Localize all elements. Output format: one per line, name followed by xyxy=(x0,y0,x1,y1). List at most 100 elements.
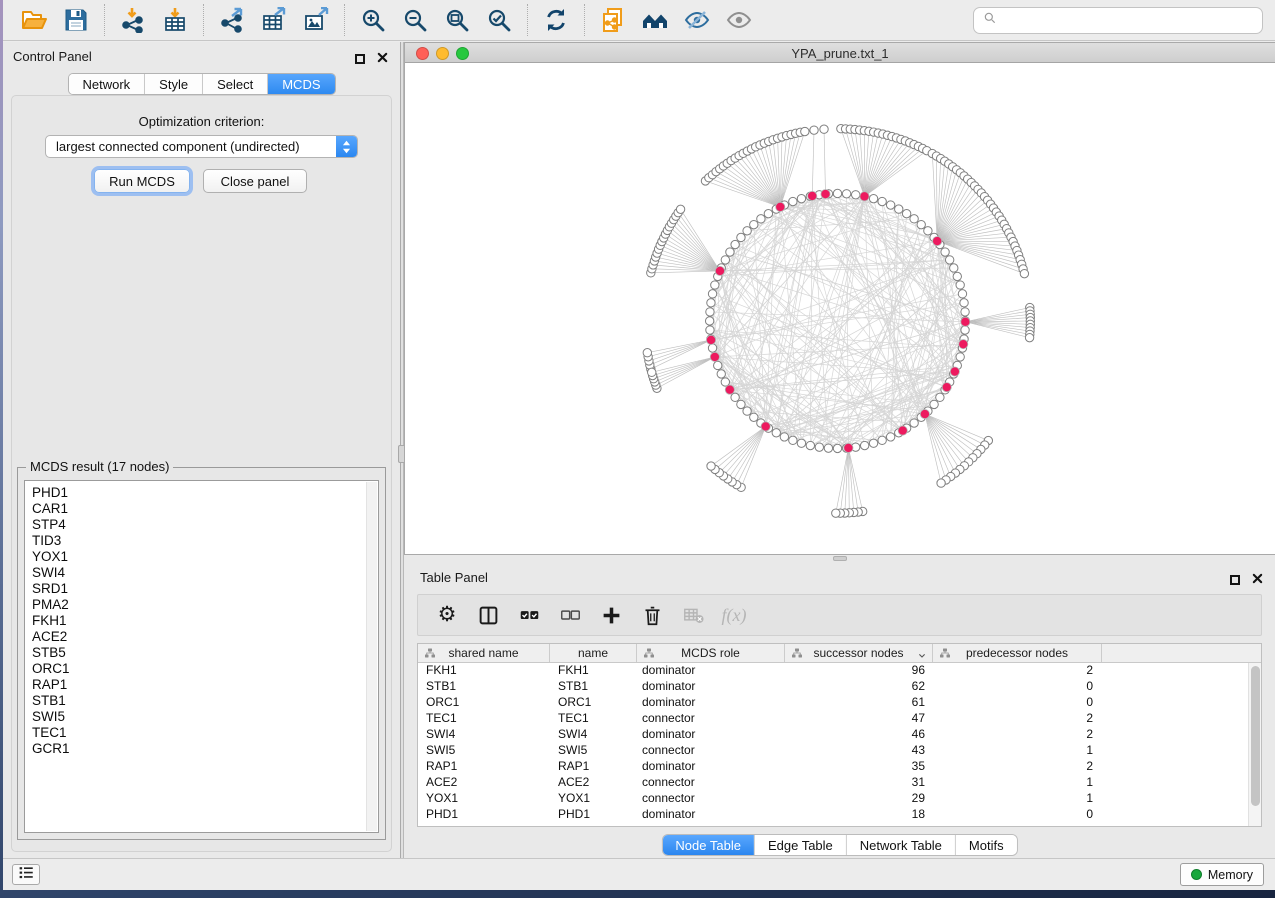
graph-node[interactable] xyxy=(820,125,828,133)
tab-style[interactable]: Style xyxy=(145,74,203,94)
graph-hub-node[interactable] xyxy=(725,385,734,394)
graph-node[interactable] xyxy=(842,190,850,198)
table-cell[interactable]: FKH1 xyxy=(550,663,637,679)
table-cell[interactable]: 2 xyxy=(933,727,1102,743)
graph-node[interactable] xyxy=(910,419,918,427)
mcds-result-item[interactable]: ORC1 xyxy=(25,661,365,677)
search-input[interactable] xyxy=(1003,13,1253,28)
graph-node[interactable] xyxy=(764,210,772,218)
graph-node[interactable] xyxy=(750,220,758,228)
table-cell[interactable]: 2 xyxy=(933,759,1102,775)
graph-hub-node[interactable] xyxy=(961,317,970,326)
table-cell[interactable]: connector xyxy=(637,775,785,791)
import-network-button[interactable] xyxy=(112,3,154,37)
close-panel-button[interactable]: Close panel xyxy=(203,169,307,193)
table-cell[interactable]: dominator xyxy=(637,759,785,775)
graph-node[interactable] xyxy=(707,462,715,470)
graph-node[interactable] xyxy=(708,290,716,298)
zoom-in-button[interactable] xyxy=(352,3,394,37)
graph-node[interactable] xyxy=(950,264,958,272)
task-history-button[interactable] xyxy=(12,864,40,885)
graph-node[interactable] xyxy=(708,344,716,352)
graph-node[interactable] xyxy=(878,197,886,205)
graph-node[interactable] xyxy=(797,194,805,202)
table-cell[interactable]: 46 xyxy=(785,727,933,743)
graph-hub-node[interactable] xyxy=(942,383,951,392)
graph-node[interactable] xyxy=(936,393,944,401)
table-cell[interactable]: 1 xyxy=(933,743,1102,759)
export-image-button[interactable] xyxy=(295,3,337,37)
float-panel-icon[interactable] xyxy=(355,54,365,64)
graph-node[interactable] xyxy=(731,240,739,248)
import-table-button[interactable] xyxy=(154,3,196,37)
graph-node[interactable] xyxy=(910,215,918,223)
graph-node[interactable] xyxy=(958,290,966,298)
graph-node[interactable] xyxy=(705,317,713,325)
graph-node[interactable] xyxy=(806,441,814,449)
table-cell[interactable]: 62 xyxy=(785,679,933,695)
mcds-result-item[interactable]: STP4 xyxy=(25,517,365,533)
graph-hub-node[interactable] xyxy=(933,236,942,245)
graph-node[interactable] xyxy=(714,361,722,369)
table-cell[interactable]: dominator xyxy=(637,807,785,823)
graph-node[interactable] xyxy=(797,439,805,447)
zoom-selected-button[interactable] xyxy=(478,3,520,37)
graph-hub-node[interactable] xyxy=(808,191,817,200)
table-tab-edge-table[interactable]: Edge Table xyxy=(755,835,847,855)
graph-node[interactable] xyxy=(707,299,715,307)
table-cell[interactable]: TEC1 xyxy=(550,711,637,727)
mcds-result-item[interactable]: SWI4 xyxy=(25,565,365,581)
graph-node[interactable] xyxy=(961,308,969,316)
table-cell[interactable]: 61 xyxy=(785,695,933,711)
table-cell[interactable]: STB1 xyxy=(418,679,550,695)
zoom-fit-button[interactable] xyxy=(436,3,478,37)
table-cell[interactable]: 2 xyxy=(933,663,1102,679)
graph-node[interactable] xyxy=(956,353,964,361)
table-settings-button[interactable]: ⚙ xyxy=(435,602,459,628)
table-cell[interactable]: dominator xyxy=(637,695,785,711)
table-cell[interactable]: 2 xyxy=(933,711,1102,727)
graph-node[interactable] xyxy=(886,201,894,209)
graph-node[interactable] xyxy=(648,368,656,376)
mcds-result-item[interactable]: YOX1 xyxy=(25,549,365,565)
graph-node[interactable] xyxy=(737,400,745,408)
graph-node[interactable] xyxy=(780,433,788,441)
hide-selected-button[interactable] xyxy=(676,3,718,37)
table-tab-node-table[interactable]: Node Table xyxy=(662,835,755,855)
table-cell[interactable]: 1 xyxy=(933,775,1102,791)
graph-node[interactable] xyxy=(676,205,684,213)
graph-node[interactable] xyxy=(937,479,945,487)
graph-node[interactable] xyxy=(851,191,859,199)
duplicate-network-button[interactable] xyxy=(592,3,634,37)
scrollbar-thumb[interactable] xyxy=(1251,666,1260,806)
graph-node[interactable] xyxy=(930,400,938,408)
mcds-result-item[interactable]: FKH1 xyxy=(25,613,365,629)
tab-network[interactable]: Network xyxy=(68,74,145,94)
graph-node[interactable] xyxy=(743,227,751,235)
graph-hub-node[interactable] xyxy=(860,192,869,201)
table-cell[interactable]: SWI4 xyxy=(418,727,550,743)
graph-node[interactable] xyxy=(956,281,964,289)
graph-node[interactable] xyxy=(801,127,809,135)
graph-node[interactable] xyxy=(706,308,714,316)
graph-node[interactable] xyxy=(869,194,877,202)
graph-node[interactable] xyxy=(824,444,832,452)
graph-node[interactable] xyxy=(878,436,886,444)
tab-select[interactable]: Select xyxy=(203,74,268,94)
graph-node[interactable] xyxy=(1025,333,1033,341)
graph-node[interactable] xyxy=(833,189,841,197)
graph-node[interactable] xyxy=(886,433,894,441)
graph-node[interactable] xyxy=(924,227,932,235)
table-cell[interactable]: connector xyxy=(637,743,785,759)
mcds-result-item[interactable]: RAP1 xyxy=(25,677,365,693)
toggle-columns-button[interactable] xyxy=(476,602,500,628)
zoom-out-button[interactable] xyxy=(394,3,436,37)
table-cell[interactable]: ORC1 xyxy=(550,695,637,711)
table-cell[interactable]: ORC1 xyxy=(418,695,550,711)
table-cell[interactable]: dominator xyxy=(637,663,785,679)
delete-column-button[interactable] xyxy=(640,602,664,628)
graph-hub-node[interactable] xyxy=(950,367,959,376)
graph-hub-node[interactable] xyxy=(710,352,719,361)
deselect-all-rows-button[interactable] xyxy=(558,602,582,628)
graph-hub-node[interactable] xyxy=(959,340,968,349)
